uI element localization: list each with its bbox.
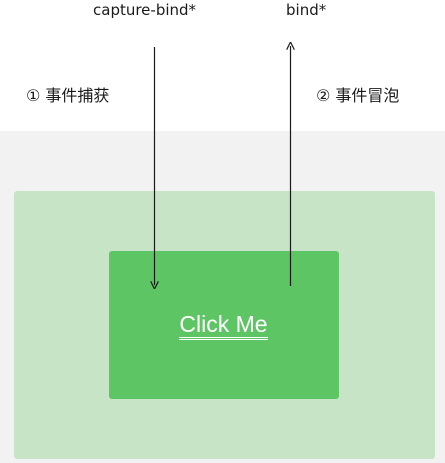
capture-bind-label: capture-bind* — [93, 1, 197, 19]
bubble-phase-label: ② 事件冒泡 — [316, 86, 400, 105]
click-me-container: Click Me — [0, 309, 445, 340]
click-me-link[interactable]: Click Me — [179, 311, 268, 340]
capture-phase-label: ① 事件捕获 — [26, 86, 110, 105]
bind-label: bind* — [286, 1, 327, 19]
